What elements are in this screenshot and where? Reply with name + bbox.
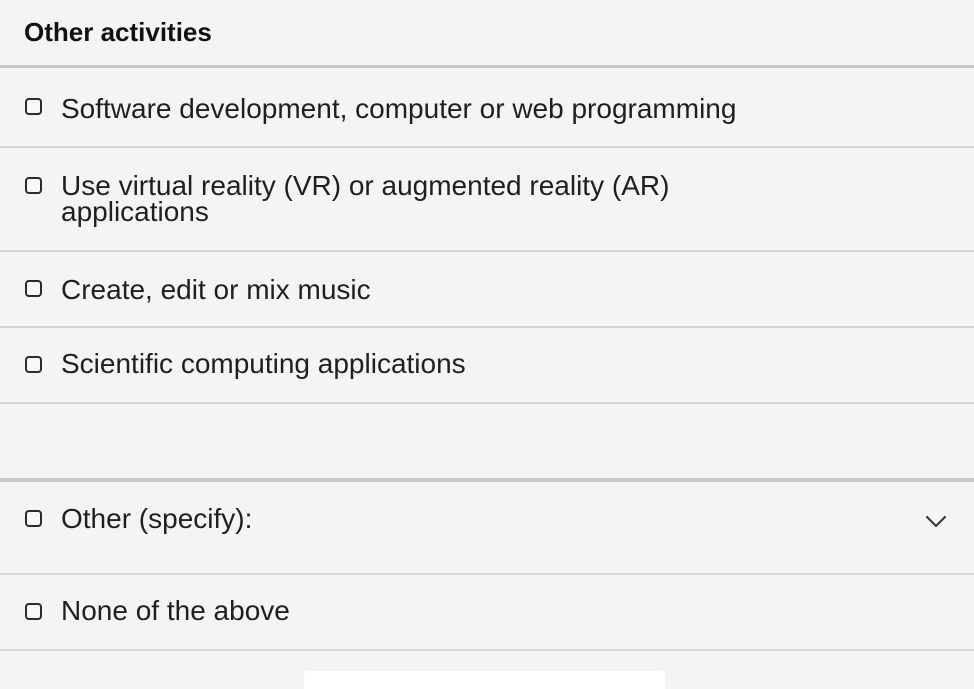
- option-music[interactable]: Create, edit or mix music: [0, 252, 974, 328]
- checkbox-icon[interactable]: [25, 98, 42, 115]
- activities-panel: Other activities Software development, c…: [0, 0, 974, 689]
- option-label: Scientific computing applications: [61, 348, 466, 379]
- option-software-development[interactable]: Software development, computer or web pr…: [0, 71, 974, 148]
- empty-row: [0, 404, 974, 482]
- option-scientific-computing[interactable]: Scientific computing applications: [0, 328, 974, 404]
- checkbox-icon[interactable]: [25, 510, 42, 527]
- option-other-specify[interactable]: Other (specify):: [0, 482, 974, 575]
- option-label: Create, edit or mix music: [61, 274, 371, 305]
- option-label: Use virtual reality (VR) or augmented re…: [61, 170, 670, 227]
- checkbox-icon[interactable]: [25, 603, 42, 620]
- checkbox-icon[interactable]: [25, 280, 42, 297]
- option-none[interactable]: None of the above: [0, 575, 974, 651]
- section-header: Other activities: [0, 0, 974, 68]
- checkbox-icon[interactable]: [25, 177, 42, 194]
- option-vr-ar[interactable]: Use virtual reality (VR) or augmented re…: [0, 148, 974, 252]
- option-label: Software development, computer or web pr…: [61, 93, 737, 124]
- bottom-input-box[interactable]: [304, 671, 665, 689]
- option-label: Other (specify):: [61, 503, 253, 534]
- chevron-down-icon[interactable]: [926, 516, 946, 528]
- option-label: None of the above: [61, 595, 290, 626]
- section-title: Other activities: [24, 17, 212, 47]
- checkbox-icon[interactable]: [25, 356, 42, 373]
